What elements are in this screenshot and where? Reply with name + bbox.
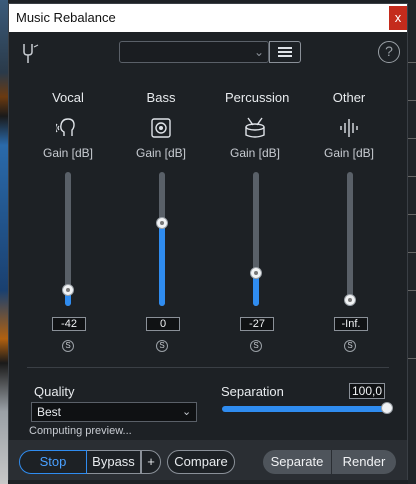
gain-label: Gain [dB] <box>229 146 281 160</box>
background-app-right <box>408 0 416 484</box>
vocal-solo-button[interactable]: S <box>62 340 74 352</box>
music-rebalance-window: Music Rebalance x ⌄ ? Vocal Gain [dB] Ba… <box>8 3 408 480</box>
bypass-button[interactable]: Bypass <box>87 450 141 474</box>
stop-button[interactable]: Stop <box>19 450 87 474</box>
quality-dropdown[interactable]: Best ⌄ <box>31 402 197 422</box>
other-gain-fader[interactable] <box>344 172 356 306</box>
fader-thumb[interactable] <box>250 267 262 279</box>
hamburger-icon <box>278 47 292 49</box>
fader-thumb[interactable] <box>156 217 168 229</box>
bass-gain-value[interactable]: 0 <box>146 317 180 331</box>
chevron-down-icon: ⌄ <box>254 45 265 59</box>
bottom-bar: Stop Bypass + Compare Separate Render <box>9 440 407 480</box>
help-button[interactable]: ? <box>378 41 400 63</box>
vocal-gain-fader[interactable] <box>62 172 74 306</box>
separation-label: Separation <box>221 384 284 399</box>
other-gain-value[interactable]: -Inf. <box>334 317 368 331</box>
fader-thumb[interactable] <box>344 294 356 306</box>
window-title: Music Rebalance <box>16 10 116 25</box>
separate-button[interactable]: Separate <box>263 450 331 474</box>
preset-dropdown[interactable]: ⌄ <box>119 41 269 63</box>
status-text: Computing preview... <box>29 425 132 437</box>
channel-bass: Bass <box>131 90 191 106</box>
bass-solo-button[interactable]: S <box>156 340 168 352</box>
channel-name: Vocal <box>52 90 84 105</box>
gain-label: Gain [dB] <box>135 146 187 160</box>
vocal-gain-value[interactable]: -42 <box>52 317 86 331</box>
tuning-fork-icon <box>23 44 39 63</box>
separation-slider[interactable] <box>222 402 393 414</box>
gain-label: Gain [dB] <box>42 146 94 160</box>
compare-button[interactable]: Compare <box>167 450 235 474</box>
percussion-gain-value[interactable]: -27 <box>240 317 274 331</box>
drum-icon <box>245 117 265 138</box>
plus-button[interactable]: + <box>141 450 161 474</box>
channel-other: Other <box>319 90 379 106</box>
voice-head-icon <box>56 118 75 136</box>
chevron-down-icon: ⌄ <box>182 406 192 418</box>
channel-percussion: Percussion <box>225 90 290 106</box>
channel-name: Bass <box>146 90 176 105</box>
title-bar[interactable]: Music Rebalance x <box>9 4 407 32</box>
render-button[interactable]: Render <box>332 450 396 474</box>
percussion-gain-fader[interactable] <box>250 172 262 306</box>
separation-slider-thumb[interactable] <box>381 402 393 414</box>
waveform-icon <box>340 119 358 137</box>
other-solo-button[interactable]: S <box>344 340 356 352</box>
bass-gain-fader[interactable] <box>156 172 168 306</box>
channel-vocal: Vocal <box>38 90 98 106</box>
channel-name: Percussion <box>225 90 290 105</box>
background-app-left <box>0 0 8 484</box>
separation-value[interactable]: 100,0 <box>349 383 385 399</box>
quality-label: Quality <box>34 384 75 399</box>
gain-label: Gain [dB] <box>323 146 375 160</box>
preset-menu-button[interactable] <box>269 41 301 63</box>
section-divider <box>27 367 389 368</box>
fader-fill <box>159 223 165 306</box>
speaker-icon <box>151 118 171 138</box>
channel-name: Other <box>332 90 366 105</box>
quality-value: Best <box>37 405 62 419</box>
fader-thumb[interactable] <box>62 284 74 296</box>
percussion-solo-button[interactable]: S <box>250 340 262 352</box>
close-button[interactable]: x <box>389 6 407 30</box>
